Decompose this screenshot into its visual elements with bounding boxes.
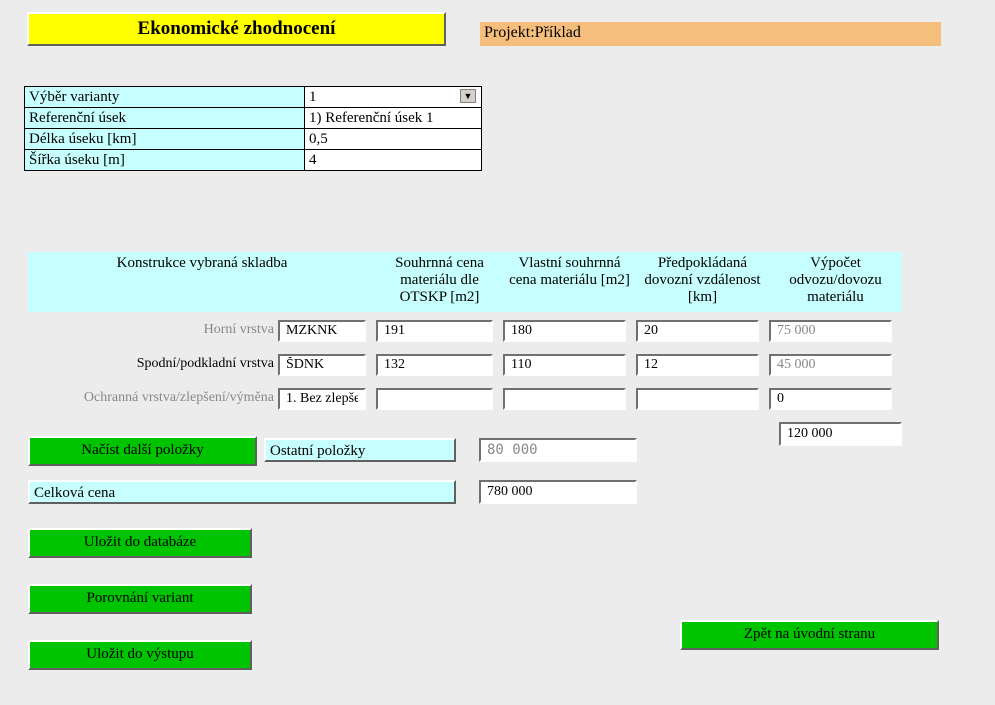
param-label: Referenční úsek: [25, 108, 305, 129]
distance-input[interactable]: [636, 354, 759, 376]
total-label: Celková cena: [28, 480, 456, 504]
other-items-value: 80 000: [479, 438, 637, 462]
col-header: Předpokládaná dovozní vzdálenost [km]: [636, 252, 769, 312]
load-more-button[interactable]: Načíst další položky: [28, 436, 257, 466]
layer-code-input[interactable]: [278, 354, 366, 376]
save-output-button[interactable]: Uložit do výstupu: [28, 640, 252, 670]
otskp-price-input[interactable]: [376, 320, 493, 342]
grid-row: Ochranná vrstva/zlepšení/výměna: [28, 388, 892, 410]
own-price-input[interactable]: [503, 320, 626, 342]
variant-select[interactable]: 1 ▼: [305, 87, 482, 108]
transport-sum-output: 120 000: [779, 422, 902, 446]
param-label: Délka úseku [km]: [25, 129, 305, 150]
otskp-price-input[interactable]: [376, 354, 493, 376]
parameters-table: Výběr varianty 1 ▼ Referenční úsek 1) Re…: [24, 86, 482, 171]
otskp-price-input[interactable]: [376, 388, 493, 410]
compare-variants-button[interactable]: Porovnání variant: [28, 584, 252, 614]
col-header: Vlastní souhrnná cena materiálu [m2]: [503, 252, 636, 312]
total-value: 780 000: [479, 480, 637, 504]
reference-section-field[interactable]: 1) Referenční úsek 1: [305, 108, 482, 129]
section-width-field[interactable]: 4: [305, 150, 482, 171]
grid-header: Konstrukce vybraná skladba Souhrnná cena…: [28, 252, 902, 312]
distance-input[interactable]: [636, 320, 759, 342]
col-header: Konstrukce vybraná skladba: [28, 252, 376, 312]
transport-calc-output: [769, 388, 892, 410]
own-price-input[interactable]: [503, 388, 626, 410]
distance-input[interactable]: [636, 388, 759, 410]
layer-label: Ochranná vrstva/zlepšení/výměna: [28, 388, 278, 410]
col-header: Výpočet odvozu/dovozu materiálu: [769, 252, 902, 312]
back-button[interactable]: Zpět na úvodní stranu: [680, 620, 939, 650]
param-label: Výběr varianty: [25, 87, 305, 108]
transport-calc-output: [769, 320, 892, 342]
layer-code-input[interactable]: [278, 388, 366, 410]
project-label: Projekt:Příklad: [480, 22, 941, 46]
layer-label: Horní vrstva: [28, 320, 278, 342]
section-length-field[interactable]: 0,5: [305, 129, 482, 150]
param-label: Šířka úseku [m]: [25, 150, 305, 171]
other-items-label: Ostatní položky: [264, 438, 456, 462]
transport-calc-output: [769, 354, 892, 376]
grid-row: Horní vrstva: [28, 320, 892, 342]
save-db-button[interactable]: Uložit do databáze: [28, 528, 252, 558]
grid-row: Spodní/podkladní vrstva: [28, 354, 892, 376]
layer-label: Spodní/podkladní vrstva: [28, 354, 278, 376]
own-price-input[interactable]: [503, 354, 626, 376]
col-header: Souhrnná cena materiálu dle OTSKP [m2]: [376, 252, 503, 312]
page-title: Ekonomické zhodnocení: [27, 12, 446, 46]
layer-code-input[interactable]: [278, 320, 366, 342]
chevron-down-icon[interactable]: ▼: [460, 89, 476, 103]
